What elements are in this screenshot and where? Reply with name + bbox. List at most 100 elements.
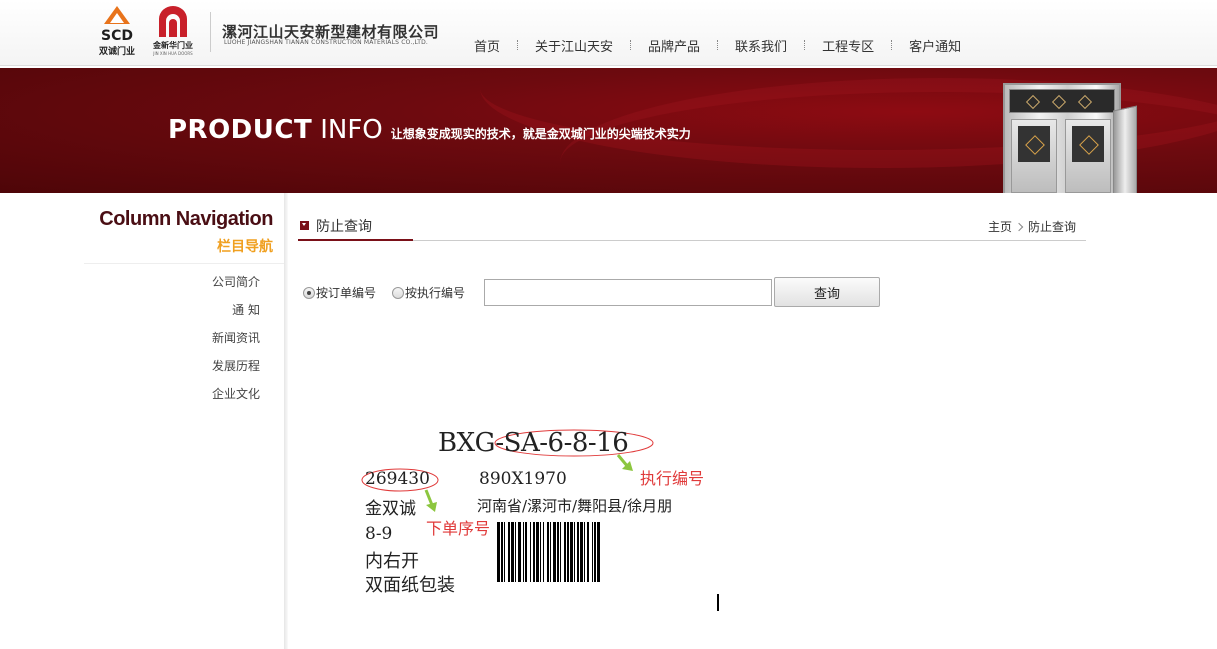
- logo2-caption: 金新华门业: [153, 41, 193, 50]
- door-transom: [1009, 89, 1115, 113]
- barcode-bar: [540, 522, 541, 582]
- sample-address: 河南省/漯河市/舞阳县/徐月朋: [477, 497, 673, 515]
- barcode-bar: [511, 522, 514, 582]
- company-name-en: LUOHE JIANGSHAN TIANAN CONSTRUCTION MATE…: [224, 39, 429, 46]
- barcode-bar: [550, 522, 551, 582]
- barcode-icon: [497, 522, 600, 582]
- sidebar-item-notice[interactable]: 通 知: [150, 303, 260, 331]
- barcode-bar: [570, 522, 573, 582]
- jxh-logo-icon: [159, 6, 187, 37]
- breadcrumb-home[interactable]: 主页: [988, 218, 1012, 235]
- column-navigation-heading: Column Navigation: [99, 208, 273, 230]
- sample-size: 890X1970: [479, 469, 567, 489]
- logo2-english: JIN XIN HUA DOORS: [153, 51, 193, 56]
- sidebar-item-culture[interactable]: 企业文化: [150, 387, 260, 415]
- barcode-bar: [515, 522, 516, 582]
- sidebar-shadow: [284, 193, 288, 649]
- barcode-bar: [518, 522, 521, 582]
- sample-exec-code: BXG-SA-6-8-16: [438, 428, 629, 458]
- barcode-bar: [567, 522, 569, 582]
- banner-title: PRODUCT INFO 让想象变成现实的技术，就是金双城门业的尖端技术实力: [168, 115, 691, 145]
- barcode-bar: [557, 522, 559, 582]
- query-input[interactable]: [484, 279, 772, 306]
- barcode-bar: [543, 522, 544, 582]
- nav-separator: [517, 40, 519, 50]
- page-title: 防止查询: [316, 219, 372, 235]
- banner-slogan: 让想象变成现实的技术，就是金双城门业的尖端技术实力: [390, 127, 691, 141]
- radio-by-exec-number[interactable]: 按执行编号: [392, 284, 465, 301]
- barcode-bar: [587, 522, 589, 582]
- door-side-leaf: [1113, 105, 1137, 193]
- annotation-exec-number: 执行编号: [640, 469, 705, 488]
- site-header: SCD 双诚门业 金新华门业 JIN XIN HUA DOORS 漯河江山天安新…: [0, 0, 1217, 66]
- sidebar-item-news[interactable]: 新闻资讯: [150, 331, 260, 359]
- barcode-bar: [594, 522, 596, 582]
- barcode-bar: [533, 522, 535, 582]
- nav-products[interactable]: 品牌产品: [648, 36, 700, 55]
- radio-label-exec: 按执行编号: [405, 286, 466, 300]
- barcode-bar: [597, 522, 600, 582]
- sample-brand: 金双诚: [365, 499, 416, 519]
- sample-packing: 双面纸包装: [365, 575, 455, 596]
- nav-customer-notice[interactable]: 客户通知: [909, 36, 961, 55]
- scd-logo-icon: SCD: [101, 6, 133, 44]
- barcode-bar: [504, 522, 505, 582]
- sidebar-item-company-intro[interactable]: 公司简介: [150, 275, 260, 303]
- banner-title-light: INFO: [320, 115, 383, 145]
- annotation-order-number: 下单序号: [426, 519, 491, 538]
- barcode-bar: [525, 522, 527, 582]
- sample-opening: 内右开: [365, 551, 419, 572]
- barcode-bar: [501, 522, 503, 582]
- main-nav: 首页 关于江山天安 品牌产品 联系我们 工程专区 客户通知: [460, 35, 961, 55]
- barcode-bar: [584, 522, 585, 582]
- nav-separator: [891, 40, 893, 50]
- banner-title-bold: PRODUCT: [168, 115, 313, 145]
- barcode-bar: [577, 522, 579, 582]
- breadcrumb-current: 防止查询: [1027, 220, 1076, 234]
- door-panel-left: [1011, 119, 1057, 193]
- scd-logo-mark: SCD: [101, 28, 133, 44]
- sidebar-divider: [84, 263, 286, 264]
- door-panel-right: [1065, 119, 1111, 193]
- arrow-order-icon: [424, 489, 437, 512]
- barcode-bar: [560, 522, 561, 582]
- sidebar-menu: 公司简介 通 知 新闻资讯 发展历程 企业文化: [150, 275, 260, 415]
- title-underline: [298, 239, 413, 241]
- logo1-caption: 双诚门业: [98, 47, 135, 57]
- section-title-bar: 防止查询 主页 防止查询: [298, 210, 1086, 241]
- breadcrumb: 主页 防止查询: [988, 218, 1076, 235]
- door-image: [1003, 83, 1121, 193]
- radio-by-order-number[interactable]: 按订单编号: [303, 284, 376, 301]
- radio-button[interactable]: [392, 286, 404, 299]
- radio-button-selected[interactable]: [303, 286, 315, 299]
- nav-about[interactable]: 关于江山天安: [535, 36, 613, 55]
- chevron-right-icon: [1014, 222, 1024, 231]
- barcode-bar: [530, 522, 531, 582]
- jxh-logo[interactable]: 金新华门业 JIN XIN HUA DOORS: [148, 5, 198, 56]
- product-info-banner: PRODUCT INFO 让想象变成现实的技术，就是金双城门业的尖端技术实力: [0, 68, 1217, 193]
- nav-separator: [804, 40, 806, 50]
- barcode-bar: [564, 522, 566, 582]
- sample-order-number: 269430: [365, 469, 430, 489]
- nav-projects[interactable]: 工程专区: [822, 36, 874, 55]
- nav-home[interactable]: 首页: [474, 36, 500, 55]
- section-marker-icon: [300, 221, 309, 230]
- text-cursor: [717, 594, 719, 611]
- sample-frame: 8-9: [365, 524, 393, 544]
- barcode-bar: [580, 522, 583, 582]
- barcode-bar: [536, 522, 539, 582]
- sidebar-item-history[interactable]: 发展历程: [150, 359, 260, 387]
- nav-separator: [717, 40, 719, 50]
- barcode-bar: [523, 522, 524, 582]
- barcode-bar: [508, 522, 510, 582]
- logo-divider: [210, 12, 211, 52]
- barcode-bar: [592, 522, 593, 582]
- query-button[interactable]: 查询: [774, 277, 880, 307]
- scd-logo[interactable]: SCD 双诚门业: [94, 4, 140, 57]
- nav-contact[interactable]: 联系我们: [735, 36, 787, 55]
- sample-label-image: BXG-SA-6-8-16 269430 890X1970 金双诚 河南省/漯河…: [360, 425, 740, 625]
- column-navigation-subheading: 栏目导航: [217, 239, 273, 255]
- barcode-bar: [547, 522, 549, 582]
- barcode-bar: [497, 522, 500, 582]
- barcode-bar: [574, 522, 575, 582]
